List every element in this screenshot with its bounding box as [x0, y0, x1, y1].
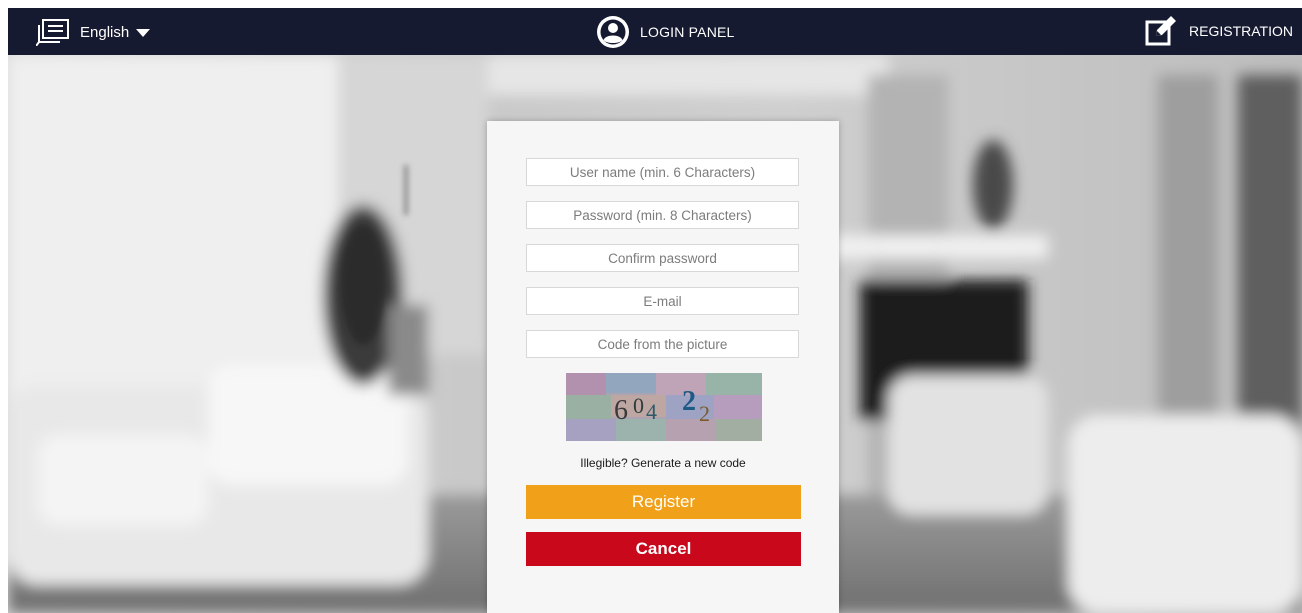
captcha-image: 6 0 4 2 2: [566, 373, 762, 441]
captcha-input[interactable]: [526, 330, 799, 358]
registration-form: 6 0 4 2 2 Illegible? Generate a new code…: [487, 121, 839, 613]
registration-label: REGISTRATION: [1189, 23, 1293, 39]
captcha-char: 6: [614, 395, 628, 426]
cancel-button[interactable]: Cancel: [526, 532, 801, 566]
caret-down-icon: [136, 29, 151, 37]
new-code-link[interactable]: Illegible? Generate a new code: [487, 456, 839, 470]
user-icon: [597, 16, 629, 48]
register-button[interactable]: Register: [526, 485, 801, 519]
username-input[interactable]: [526, 158, 799, 186]
registration-link[interactable]: REGISTRATION: [1145, 12, 1293, 50]
page: English LOGIN PANEL REGISTRATION User na…: [8, 8, 1302, 613]
captcha-char: 2: [699, 401, 710, 426]
captcha-char: 2: [682, 386, 696, 417]
login-panel-label: LOGIN PANEL: [640, 24, 735, 40]
confirm-password-input[interactable]: [526, 244, 799, 272]
language-icon: [36, 19, 69, 46]
password-input[interactable]: [526, 201, 799, 229]
login-panel-link[interactable]: LOGIN PANEL: [596, 15, 735, 49]
edit-icon: [1145, 16, 1177, 46]
top-bar: English LOGIN PANEL REGISTRATION: [8, 8, 1302, 55]
email-input[interactable]: [526, 287, 799, 315]
language-selector[interactable]: English: [36, 18, 151, 46]
language-label: English: [80, 23, 130, 41]
captcha-char: 0: [633, 393, 644, 418]
captcha-char: 4: [646, 399, 657, 424]
